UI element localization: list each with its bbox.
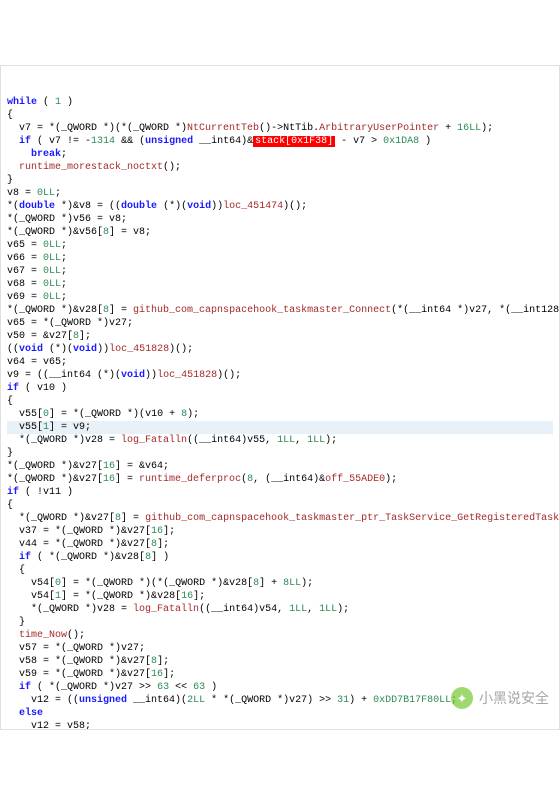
code-line: v12 = v58; (7, 720, 553, 730)
code-line: { (7, 109, 553, 122)
code-line: *(_QWORD *)&v56[8] = v8; (7, 226, 553, 239)
code-line: v55[0] = *(_QWORD *)(v10 + 8); (7, 408, 553, 421)
code-viewer: while ( 1 ){ v7 = *(_QWORD *)(*(_QWORD *… (0, 65, 560, 730)
code-line: v9 = ((__int64 (*)(void))loc_451828)(); (7, 369, 553, 382)
code-line: v59 = *(_QWORD *)&v27[16]; (7, 668, 553, 681)
code-line: v57 = *(_QWORD *)v27; (7, 642, 553, 655)
code-line: { (7, 499, 553, 512)
code-line: if ( !v11 ) (7, 486, 553, 499)
code-line: v67 = 0LL; (7, 265, 553, 278)
code-line: v44 = *(_QWORD *)&v27[8]; (7, 538, 553, 551)
code-line: v65 = *(_QWORD *)v27; (7, 317, 553, 330)
code-block: while ( 1 ){ v7 = *(_QWORD *)(*(_QWORD *… (7, 96, 553, 730)
code-line: } (7, 174, 553, 187)
code-line: while ( 1 ) (7, 96, 553, 109)
code-line: v65 = 0LL; (7, 239, 553, 252)
code-line: v37 = *(_QWORD *)&v27[16]; (7, 525, 553, 538)
code-line: if ( v7 != -1314 && (unsigned __int64)&s… (7, 135, 553, 148)
code-line: { (7, 564, 553, 577)
code-line: break; (7, 148, 553, 161)
code-line: *(_QWORD *)v56 = v8; (7, 213, 553, 226)
code-line: ((void (*)(void))loc_451828)(); (7, 343, 553, 356)
code-line: *(_QWORD *)&v27[16] = runtime_deferproc(… (7, 473, 553, 486)
code-line: time_Now(); (7, 629, 553, 642)
code-line: v69 = 0LL; (7, 291, 553, 304)
code-line: v50 = &v27[8]; (7, 330, 553, 343)
code-line: v66 = 0LL; (7, 252, 553, 265)
code-line: v68 = 0LL; (7, 278, 553, 291)
code-line: *(_QWORD *)v28 = log_Fatalln((__int64)v5… (7, 434, 553, 447)
code-line: v64 = v65; (7, 356, 553, 369)
code-line: v55[1] = v9; (7, 421, 553, 434)
code-line: v7 = *(_QWORD *)(*(_QWORD *)NtCurrentTeb… (7, 122, 553, 135)
code-line: } (7, 616, 553, 629)
code-line: v54[0] = *(_QWORD *)(*(_QWORD *)&v28[8] … (7, 577, 553, 590)
brand-icon: ✦ (451, 687, 473, 709)
code-line: v8 = 0LL; (7, 187, 553, 200)
code-line: if ( v10 ) (7, 382, 553, 395)
code-line: *(_QWORD *)&v27[8] = github_com_capnspac… (7, 512, 553, 525)
code-line: *(_QWORD *)v28 = log_Fatalln((__int64)v5… (7, 603, 553, 616)
watermark: ✦ 小黑说安全 (451, 687, 549, 709)
watermark-text: 小黑说安全 (479, 692, 549, 705)
code-line: { (7, 395, 553, 408)
code-line: runtime_morestack_noctxt(); (7, 161, 553, 174)
code-line: *(double *)&v8 = ((double (*)(void))loc_… (7, 200, 553, 213)
code-line: *(_QWORD *)&v27[16] = &v64; (7, 460, 553, 473)
code-line: v58 = *(_QWORD *)&v27[8]; (7, 655, 553, 668)
code-line: v54[1] = *(_QWORD *)&v28[16]; (7, 590, 553, 603)
code-line: if ( *(_QWORD *)&v28[8] ) (7, 551, 553, 564)
code-line: *(_QWORD *)&v28[8] = github_com_capnspac… (7, 304, 553, 317)
code-line: } (7, 447, 553, 460)
